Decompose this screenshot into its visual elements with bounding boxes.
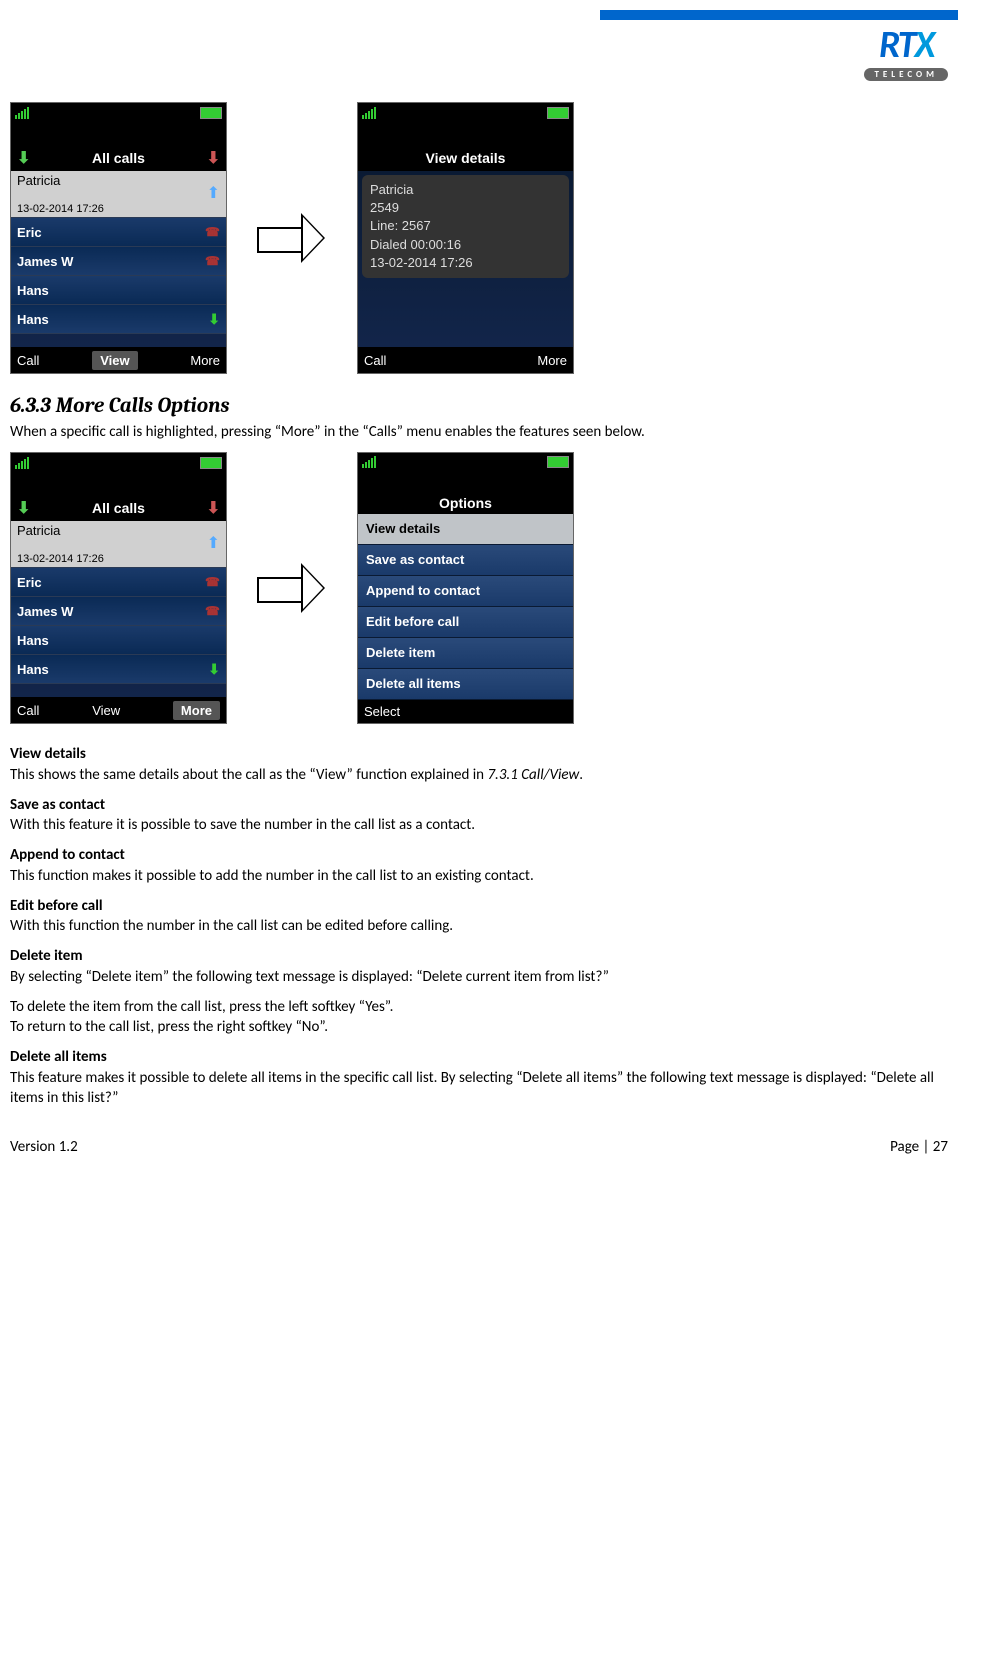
screen-title-text: All calls bbox=[92, 500, 145, 516]
call-row[interactable]: Hans bbox=[11, 626, 226, 655]
section-heading: 6.3.3 More Calls Options bbox=[10, 394, 958, 418]
missed-icon: ☎ bbox=[205, 254, 220, 268]
option-save-as-contact[interactable]: Save as contact bbox=[358, 545, 573, 576]
softkey-call[interactable]: Call bbox=[17, 703, 39, 718]
footer-version: Version 1.2 bbox=[10, 1138, 78, 1156]
text-delete-item-2: To delete the item from the call list, p… bbox=[10, 998, 393, 1016]
missed-icon: ☎ bbox=[205, 225, 220, 239]
softkey-select[interactable]: Select bbox=[364, 704, 400, 719]
option-append-to-contact[interactable]: Append to contact bbox=[358, 576, 573, 607]
logo-subtext: TELECOM bbox=[864, 68, 948, 81]
outgoing-icon: ⬆ bbox=[207, 533, 220, 553]
text-append-to-contact: This function makes it possible to add t… bbox=[10, 867, 534, 885]
phone-screen-all-calls-view: ⬇ All calls ⬇ Patricia 13-02-2014 17:26 … bbox=[10, 102, 227, 374]
phone-screen-view-details: View details Patricia 2549 Line: 2567 Di… bbox=[357, 102, 574, 374]
footer-page: Page | 27 bbox=[890, 1138, 948, 1156]
softkey-call[interactable]: Call bbox=[364, 353, 386, 368]
call-row[interactable]: James W☎ bbox=[11, 597, 226, 626]
option-delete-item[interactable]: Delete item bbox=[358, 638, 573, 669]
text-edit-before-call: With this function the number in the cal… bbox=[10, 917, 453, 935]
text-delete-item-1: By selecting “Delete item” the following… bbox=[10, 968, 609, 986]
option-delete-all-items[interactable]: Delete all items bbox=[358, 669, 573, 700]
softkey-view[interactable]: View bbox=[92, 703, 120, 718]
softkey-view[interactable]: View bbox=[92, 351, 137, 370]
detail-number: 2549 bbox=[370, 199, 561, 217]
softkey-more[interactable]: More bbox=[173, 701, 220, 720]
text-save-as-contact: With this feature it is possible to save… bbox=[10, 816, 475, 834]
text-delete-all-items: This feature makes it possible to delete… bbox=[10, 1069, 934, 1107]
heading-edit-before-call: Edit before call bbox=[10, 897, 103, 915]
heading-delete-item: Delete item bbox=[10, 947, 83, 965]
header-accent-bar bbox=[600, 10, 958, 20]
outgoing-icon: ⬆ bbox=[207, 183, 220, 203]
call-row-selected[interactable]: Patricia 13-02-2014 17:26 ⬆ bbox=[11, 521, 226, 568]
call-row[interactable]: Hans⬇ bbox=[11, 655, 226, 684]
option-edit-before-call[interactable]: Edit before call bbox=[358, 607, 573, 638]
softkey-more[interactable]: More bbox=[537, 353, 567, 368]
arrow-icon bbox=[257, 563, 327, 613]
page-footer: Version 1.2 Page | 27 bbox=[10, 1138, 958, 1166]
screen-title-text: View details bbox=[426, 150, 506, 166]
detail-name: Patricia bbox=[370, 181, 561, 199]
call-time: 13-02-2014 17:26 bbox=[17, 203, 104, 215]
text-delete-item-3: To return to the call list, press the ri… bbox=[10, 1018, 328, 1036]
nav-left-icon: ⬇ bbox=[17, 498, 30, 518]
call-row[interactable]: Hans bbox=[11, 276, 226, 305]
screenshot-row-1: ⬇ All calls ⬇ Patricia 13-02-2014 17:26 … bbox=[10, 102, 958, 374]
call-row[interactable]: Eric☎ bbox=[11, 218, 226, 247]
softkey-call[interactable]: Call bbox=[17, 353, 39, 368]
phone-screen-options: Options View details Save as contact App… bbox=[357, 452, 574, 724]
detail-date: 13-02-2014 17:26 bbox=[370, 254, 561, 272]
nav-left-icon: ⬇ bbox=[17, 148, 30, 168]
softkey-more[interactable]: More bbox=[190, 353, 220, 368]
option-view-details[interactable]: View details bbox=[358, 514, 573, 545]
battery-icon bbox=[200, 107, 222, 119]
arrow-icon bbox=[257, 213, 327, 263]
call-row[interactable]: Hans⬇ bbox=[11, 305, 226, 334]
details-box: Patricia 2549 Line: 2567 Dialed 00:00:16… bbox=[362, 175, 569, 278]
softkey-bar: Call View More bbox=[11, 347, 226, 373]
status-bar bbox=[11, 103, 226, 123]
heading-save-as-contact: Save as contact bbox=[10, 796, 105, 814]
heading-delete-all-items: Delete all items bbox=[10, 1048, 107, 1066]
detail-duration: Dialed 00:00:16 bbox=[370, 236, 561, 254]
screen-title: ⬇ All calls ⬇ bbox=[11, 145, 226, 171]
nav-right-icon: ⬇ bbox=[207, 148, 220, 168]
call-row-selected[interactable]: Patricia 13-02-2014 17:26 ⬆ bbox=[11, 171, 226, 218]
incoming-icon: ⬇ bbox=[208, 311, 220, 328]
section-intro: When a specific call is highlighted, pre… bbox=[10, 422, 958, 442]
logo: RTX TELECOM bbox=[10, 26, 958, 82]
heading-append-to-contact: Append to contact bbox=[10, 846, 125, 864]
ref-view-details: 7.3.1 Call/View bbox=[487, 766, 579, 784]
detail-line: Line: 2567 bbox=[370, 217, 561, 235]
nav-right-icon: ⬇ bbox=[207, 498, 220, 518]
call-row[interactable]: Eric☎ bbox=[11, 568, 226, 597]
call-name: Patricia bbox=[17, 173, 60, 188]
call-row[interactable]: James W☎ bbox=[11, 247, 226, 276]
text-view-details: This shows the same details about the ca… bbox=[10, 766, 487, 784]
screenshot-row-2: ⬇ All calls ⬇ Patricia 13-02-2014 17:26 … bbox=[10, 452, 958, 724]
heading-view-details: View details bbox=[10, 745, 86, 763]
phone-screen-all-calls-more: ⬇ All calls ⬇ Patricia 13-02-2014 17:26 … bbox=[10, 452, 227, 724]
screen-title-text: All calls bbox=[92, 150, 145, 166]
signal-icon bbox=[15, 107, 29, 119]
screen-title-text: Options bbox=[439, 495, 492, 511]
